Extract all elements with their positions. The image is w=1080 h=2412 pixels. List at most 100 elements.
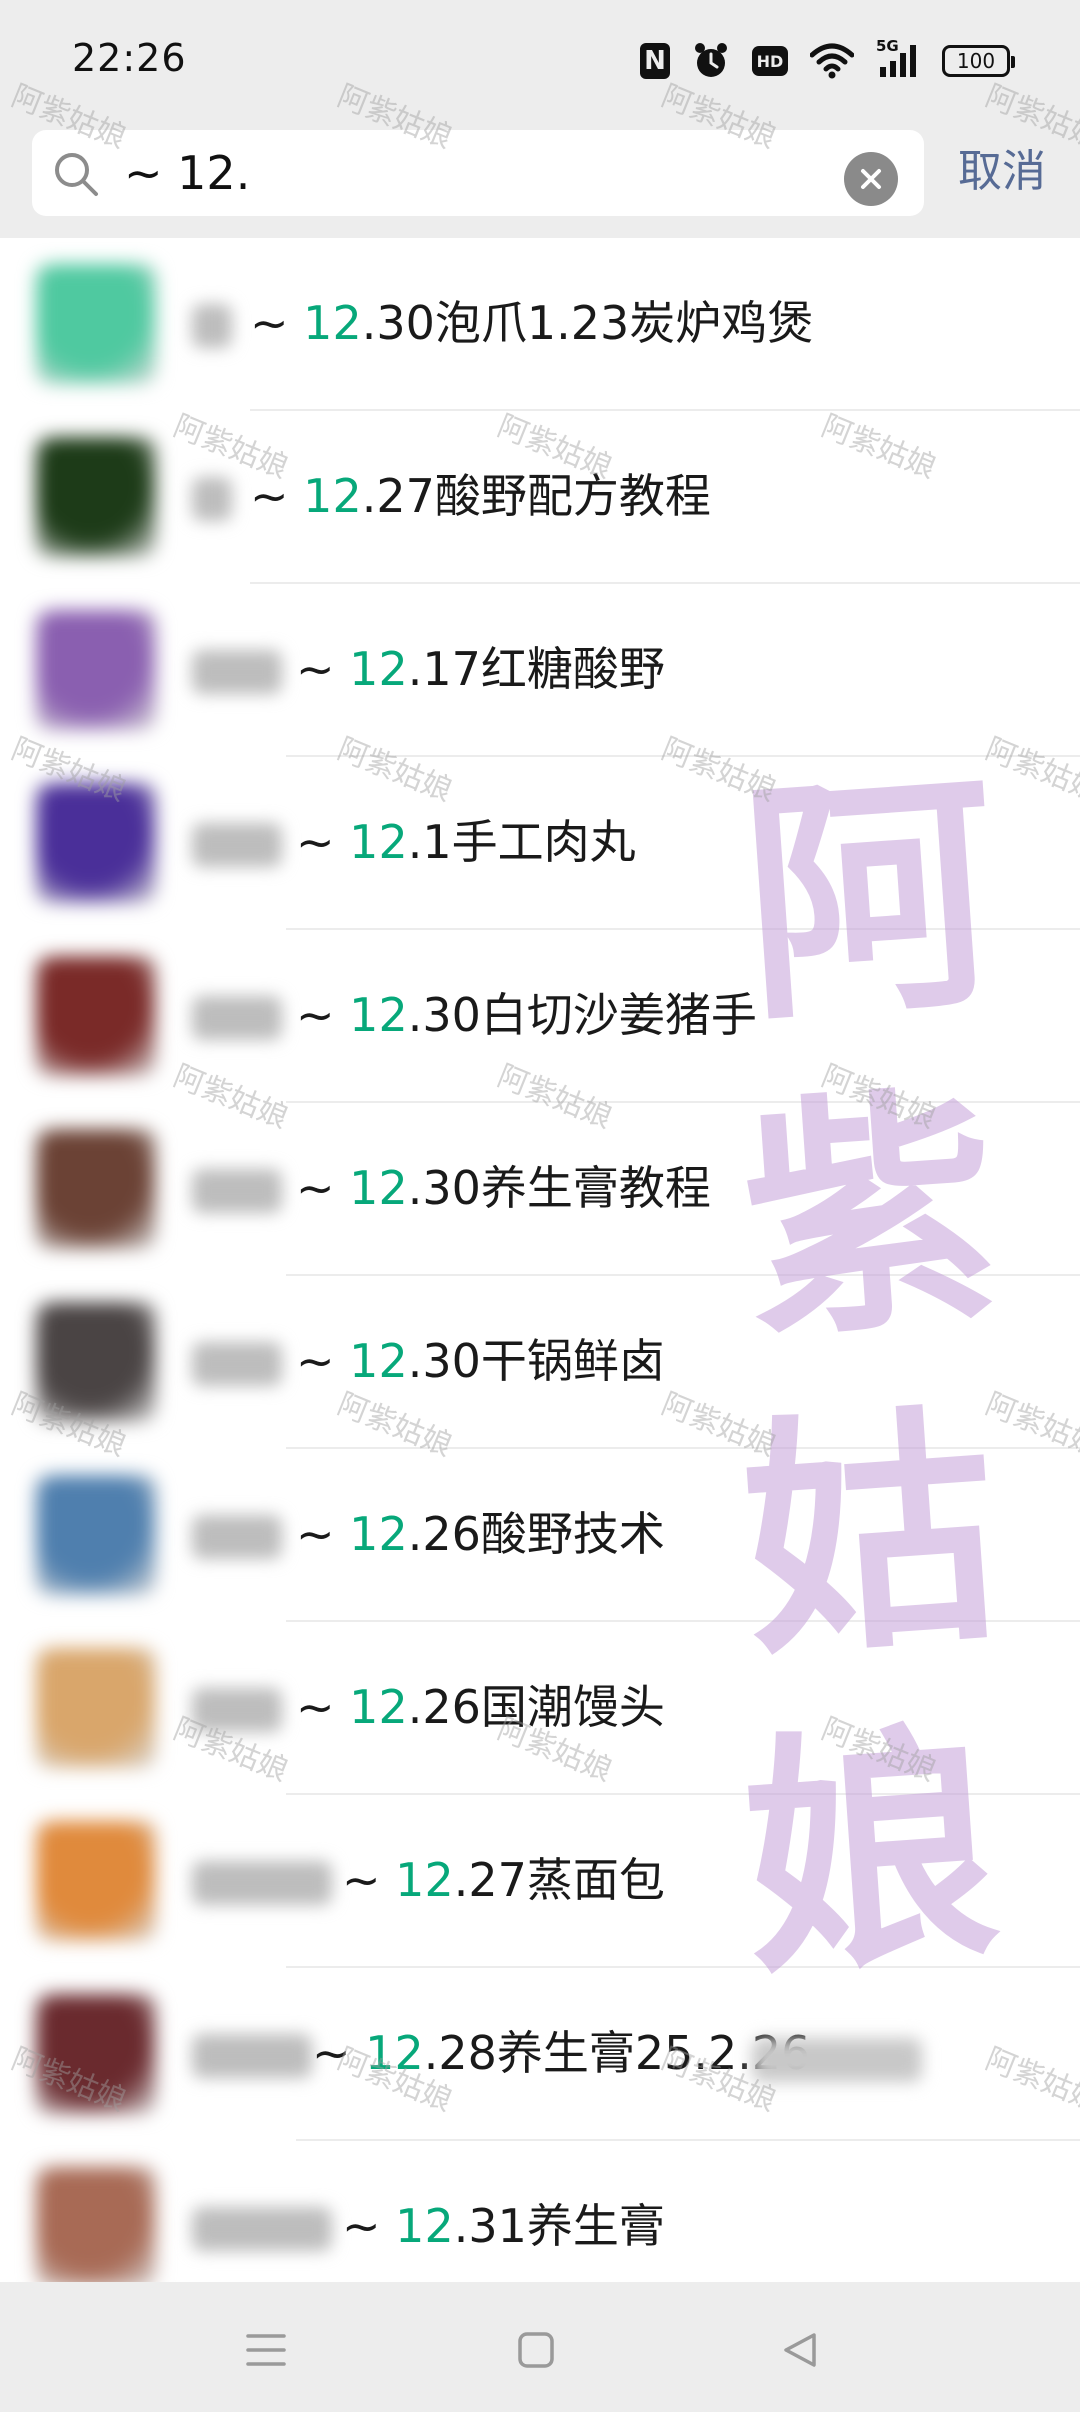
result-title-prefix: ~ — [296, 1334, 350, 1388]
battery-icon: 100 — [942, 45, 1015, 77]
result-title-rest: .17红糖酸野 — [407, 642, 665, 696]
avatar — [36, 610, 156, 730]
blurred-sender-name — [192, 1688, 282, 1732]
system-nav-bar — [0, 2282, 1080, 2412]
blurred-sender-name — [192, 2034, 312, 2078]
result-title-rest: .30养生膏教程 — [407, 1161, 711, 1215]
search-result-row[interactable]: ~ 12.30养生膏教程 — [0, 1103, 1080, 1276]
result-title-prefix: ~ — [250, 469, 304, 523]
blurred-sender-name — [192, 304, 232, 348]
result-title-prefix: ~ — [296, 1680, 350, 1734]
home-square-icon[interactable] — [506, 2320, 566, 2380]
result-title: ~ 12.30养生膏教程 — [296, 1155, 711, 1221]
result-title-highlight: 12 — [365, 2026, 424, 2080]
result-title-highlight: 12 — [349, 815, 408, 869]
result-title-prefix: ~ — [296, 1507, 350, 1561]
avatar — [36, 1129, 156, 1249]
search-result-row[interactable]: ~ 12.1手工肉丸 — [0, 757, 1080, 930]
result-title-highlight: 12 — [349, 988, 408, 1042]
result-title-prefix: ~ — [342, 2199, 396, 2253]
back-triangle-icon[interactable] — [770, 2320, 830, 2380]
result-title: ~ 12.31养生膏 — [342, 2193, 665, 2259]
result-title: ~ 12.27蒸面包 — [342, 1847, 665, 1913]
avatar — [36, 956, 156, 1076]
result-title-prefix: ~ — [250, 296, 304, 350]
avatar — [36, 264, 156, 384]
hd-icon: HD — [752, 46, 788, 76]
search-result-row[interactable]: ~ 12.26酸野技术 — [0, 1449, 1080, 1622]
result-title-highlight: 12 — [303, 296, 362, 350]
search-result-row[interactable]: ~ 12.30泡爪1.23炭炉鸡煲 — [0, 238, 1080, 411]
result-title-rest: .30白切沙姜猪手 — [407, 988, 757, 1042]
search-result-row[interactable]: ~ 12.26国潮馒头 — [0, 1622, 1080, 1795]
result-title-prefix: ~ — [296, 1161, 350, 1215]
result-title: ~ 12.30白切沙姜猪手 — [296, 982, 757, 1048]
blurred-sender-name — [192, 1342, 282, 1386]
cancel-button[interactable]: 取消 — [958, 146, 1046, 198]
result-title-rest: .26酸野技术 — [407, 1507, 665, 1561]
search-icon — [52, 150, 100, 198]
result-title: ~ 12.28养生膏25.2.26 — [312, 2020, 810, 2086]
nfc-icon: N — [640, 43, 670, 79]
result-title: ~ 12.27酸野配方教程 — [250, 463, 711, 529]
result-title-rest: .30干锅鲜卤 — [407, 1334, 665, 1388]
blurred-sender-name — [192, 996, 282, 1040]
avatar — [36, 1302, 156, 1422]
blurred-title-tail — [752, 2038, 922, 2082]
result-title-rest: .31养生膏 — [453, 2199, 665, 2253]
menu-icon[interactable] — [236, 2320, 296, 2380]
wifi-icon — [810, 43, 854, 79]
blurred-sender-name — [192, 1861, 332, 1905]
blurred-sender-name — [192, 1515, 282, 1559]
search-result-row[interactable]: ~ 12.17红糖酸野 — [0, 584, 1080, 757]
result-title-rest: .26国潮馒头 — [407, 1680, 665, 1734]
blurred-sender-name — [192, 650, 282, 694]
result-title: ~ 12.30泡爪1.23炭炉鸡煲 — [250, 290, 813, 356]
avatar — [36, 1648, 156, 1768]
result-title-highlight: 12 — [395, 1853, 454, 1907]
result-title-rest: .30泡爪1.23炭炉鸡煲 — [361, 296, 814, 350]
search-result-row[interactable]: ~ 12.27酸野配方教程 — [0, 411, 1080, 584]
avatar — [36, 437, 156, 557]
result-title: ~ 12.26酸野技术 — [296, 1501, 665, 1567]
result-title-prefix: ~ — [296, 642, 350, 696]
result-title-prefix: ~ — [296, 815, 350, 869]
avatar — [36, 1475, 156, 1595]
blurred-sender-name — [192, 477, 232, 521]
status-bar: 22:26 N HD 5G 100 — [0, 0, 1080, 120]
result-title-highlight: 12 — [395, 2199, 454, 2253]
search-box[interactable]: ~ 12. — [32, 130, 924, 216]
result-title-highlight: 12 — [303, 469, 362, 523]
battery-level: 100 — [956, 49, 996, 73]
result-title-highlight: 12 — [349, 1334, 408, 1388]
result-title-prefix: ~ — [296, 988, 350, 1042]
alarm-icon — [692, 42, 730, 80]
search-result-row[interactable]: ~ 12.28养生膏25.2.26 — [0, 1968, 1080, 2141]
network-type-label: 5G — [876, 37, 899, 55]
blurred-sender-name — [192, 2207, 332, 2251]
search-input[interactable]: ~ 12. — [124, 147, 250, 199]
avatar — [36, 783, 156, 903]
search-results-list: ~ 12.30泡爪1.23炭炉鸡煲 ~ 12.27酸野配方教程 ~ 12.17红糖酸… — [0, 238, 1080, 2287]
result-title: ~ 12.30干锅鲜卤 — [296, 1328, 665, 1394]
blurred-sender-name — [192, 1169, 282, 1213]
result-title-rest: .27蒸面包 — [453, 1853, 665, 1907]
close-icon — [861, 169, 881, 189]
avatar — [36, 2167, 156, 2287]
search-result-row[interactable]: ~ 12.30白切沙姜猪手 — [0, 930, 1080, 1103]
result-title-highlight: 12 — [349, 642, 408, 696]
search-result-row[interactable]: ~ 12.30干锅鲜卤 — [0, 1276, 1080, 1449]
clear-search-button[interactable] — [844, 152, 898, 206]
search-header: ~ 12. 取消 — [0, 120, 1080, 238]
result-title-prefix: ~ — [312, 2026, 366, 2080]
result-title-highlight: 12 — [349, 1680, 408, 1734]
result-title: ~ 12.1手工肉丸 — [296, 809, 636, 875]
result-title: ~ 12.26国潮馒头 — [296, 1674, 665, 1740]
status-icons: N HD 5G 100 — [640, 37, 1015, 84]
result-title-rest: .27酸野配方教程 — [361, 469, 711, 523]
result-title-prefix: ~ — [342, 1853, 396, 1907]
result-title-rest: .1手工肉丸 — [407, 815, 636, 869]
result-title: ~ 12.17红糖酸野 — [296, 636, 665, 702]
avatar — [36, 1994, 156, 2114]
search-result-row[interactable]: ~ 12.27蒸面包 — [0, 1795, 1080, 1968]
